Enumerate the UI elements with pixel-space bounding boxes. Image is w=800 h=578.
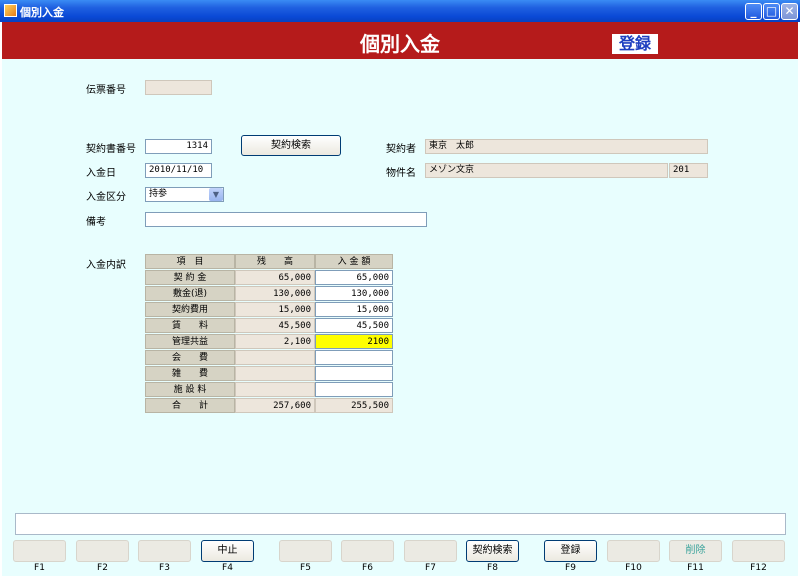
row-item: 会 費 [145,350,235,365]
fkey-label: F4 [222,563,233,573]
cancel-button[interactable]: 中止 [201,540,254,562]
row-item: 施 設 料 [145,382,235,397]
row-payment-input[interactable]: 130,000 [315,286,393,301]
title-bar[interactable]: 個別入金 _ □ ✕ [0,0,800,22]
contract-search-button[interactable]: 契約検索 [241,135,341,156]
row-item: 賃 料 [145,318,235,333]
f6-button[interactable] [341,540,394,562]
row-item: 管理共益 [145,334,235,349]
row-payment-input[interactable] [315,350,393,365]
application-window: 個別入金 _ □ ✕ 個別入金 登録 伝票番号 契約書番号 1314 契約検索 … [0,0,800,578]
message-bar [15,513,786,535]
chevron-down-icon[interactable]: ▼ [209,188,223,201]
row-balance: 2,100 [235,334,315,349]
fkey-label: F10 [625,563,642,573]
page-title: 個別入金 [360,32,440,56]
fkey-label: F3 [159,563,170,573]
row-balance [235,366,315,381]
row-balance: 130,000 [235,286,315,301]
f10-button[interactable] [607,540,660,562]
fkey-label: F9 [565,563,576,573]
fkey-label: F7 [425,563,436,573]
fkey-label: F12 [750,563,767,573]
row-payment-input[interactable]: 15,000 [315,302,393,317]
fkey-label: F5 [300,563,311,573]
f12-button[interactable] [732,540,785,562]
f1-button[interactable] [13,540,66,562]
row-item: 敷金(退) [145,286,235,301]
row-payment-input[interactable]: 45,500 [315,318,393,333]
row-balance: 15,000 [235,302,315,317]
total-payment: 255,500 [315,398,393,413]
mode-badge: 登録 [612,34,658,54]
row-payment-input[interactable] [315,382,393,397]
row-payment-input[interactable]: 65,000 [315,270,393,285]
row-item: 契約費用 [145,302,235,317]
window-title: 個別入金 [20,6,64,19]
fkey-label: F8 [487,563,498,573]
f7-button[interactable] [404,540,457,562]
delete-button[interactable]: 削除 [669,540,722,562]
contract-no-label: 契約書番号 [86,144,136,155]
contract-no-field[interactable]: 1314 [145,139,212,154]
f5-button[interactable] [279,540,332,562]
memo-field[interactable] [145,212,427,227]
row-balance: 65,000 [235,270,315,285]
slip-no-field[interactable] [145,80,212,95]
row-balance [235,382,315,397]
register-button[interactable]: 登録 [544,540,597,562]
payment-type-value: 持参 [149,189,168,199]
row-balance: 45,500 [235,318,315,333]
fkey-label: F6 [362,563,373,573]
breakdown-label: 入金内訳 [86,260,126,271]
payment-date-field[interactable]: 2010/11/10 [145,163,212,178]
property-name-field[interactable]: メゾン文京 [425,163,668,178]
fkey-label: F1 [34,563,45,573]
contractor-field[interactable]: 東京 太郎 [425,139,708,154]
row-payment-input-active[interactable]: 2100 [315,334,393,349]
f3-button[interactable] [138,540,191,562]
total-label: 合 計 [145,398,235,413]
contract-search-fkey-button[interactable]: 契約検索 [466,540,519,562]
payment-type-label: 入金区分 [86,192,126,203]
slip-no-label: 伝票番号 [86,85,126,96]
app-icon [4,4,17,17]
property-label: 物件名 [386,168,416,179]
row-item: 雑 費 [145,366,235,381]
column-header-balance: 残 高 [235,254,315,269]
row-balance [235,350,315,365]
row-item: 契 約 金 [145,270,235,285]
fkey-label: F11 [687,563,704,573]
contractor-label: 契約者 [386,144,416,155]
total-balance: 257,600 [235,398,315,413]
minimize-button[interactable]: _ [745,3,762,20]
column-header-payment: 入 金 額 [315,254,393,269]
f2-button[interactable] [76,540,129,562]
payment-date-label: 入金日 [86,168,116,179]
column-header-item: 項 目 [145,254,235,269]
maximize-button[interactable]: □ [763,3,780,20]
close-button[interactable]: ✕ [781,3,798,20]
room-no-field[interactable]: 201 [669,163,708,178]
row-payment-input[interactable] [315,366,393,381]
form-area: 伝票番号 契約書番号 1314 契約検索 契約者 東京 太郎 入金日 2010/… [2,59,798,576]
fkey-label: F2 [97,563,108,573]
memo-label: 備考 [86,217,106,228]
page-header: 個別入金 登録 [2,22,798,59]
